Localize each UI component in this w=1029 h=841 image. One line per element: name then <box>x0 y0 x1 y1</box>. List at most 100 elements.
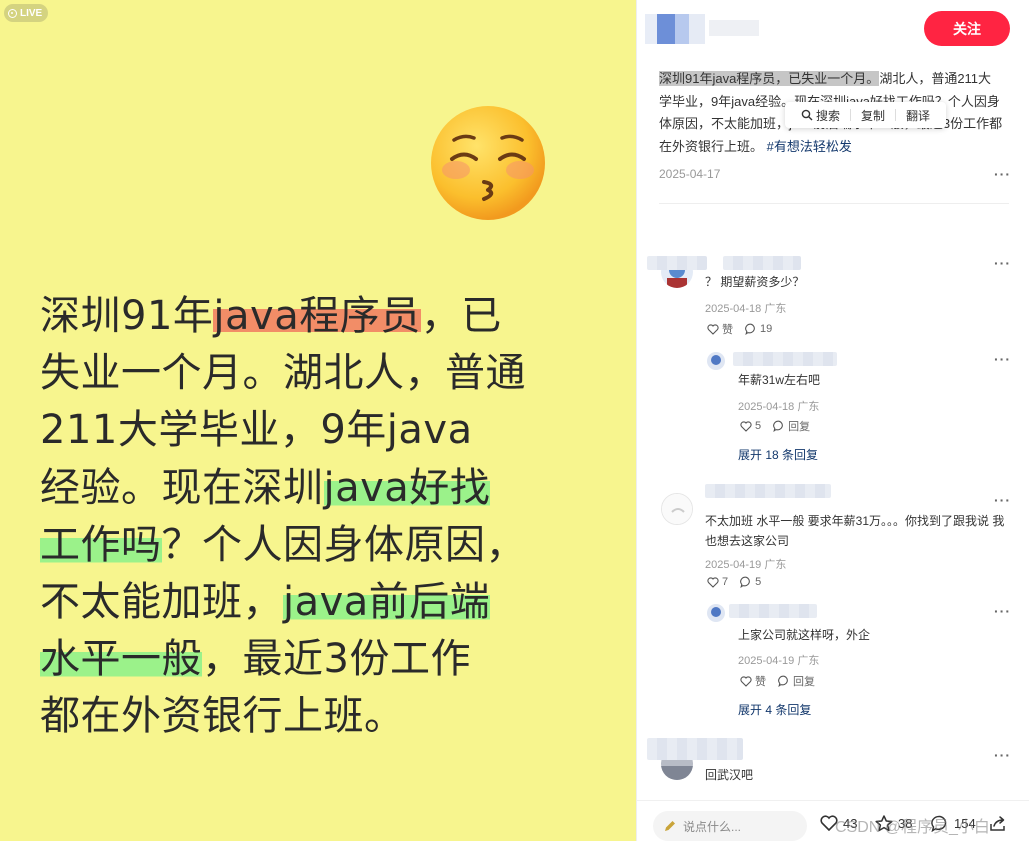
like-count: 赞 <box>722 324 733 336</box>
reply-text: 年薪31w左右吧 <box>738 373 821 387</box>
avatar-icon <box>707 352 725 370</box>
detail-panel: 关注 深圳91年java程序员，已失业一个月。湖北人，普通211大学毕业，9年j… <box>637 0 1029 841</box>
replier-name[interactable] <box>733 352 837 366</box>
expand-replies-link[interactable]: 展开 4 条回复 <box>738 701 811 718</box>
comment-bubble-icon <box>745 323 755 335</box>
reply-label: 回复 <box>793 676 815 688</box>
replier-name[interactable] <box>729 604 817 618</box>
reply-actions: 赞 回复 <box>740 673 815 689</box>
reply-like-button[interactable]: 5 <box>740 420 761 432</box>
reply-more-icon[interactable]: ··· <box>994 351 1011 367</box>
image-text-line: 不太能加班，java前后端 <box>40 574 600 631</box>
image-text-segment: 深圳91年 <box>40 293 214 339</box>
live-icon <box>8 8 17 18</box>
author-name[interactable] <box>709 20 759 36</box>
image-text-line: 水平一般，最近3份工作 <box>40 631 600 688</box>
heart-icon <box>740 675 752 687</box>
text-context-menu: 搜索 复制 翻译 <box>785 102 947 128</box>
hashtag-link[interactable]: #有想法轻松发 <box>767 139 852 154</box>
comment-text: ？ 期望薪资多少？ <box>705 275 805 289</box>
highlighted-text: java程序员 <box>213 293 421 339</box>
image-text-segment: ？个人因身体原因， <box>161 521 526 568</box>
image-text-segment: 经验。现在深圳 <box>40 464 324 511</box>
context-copy[interactable]: 复制 <box>851 107 895 124</box>
reply-like-button[interactable]: 赞 <box>740 673 766 689</box>
comment-like-button[interactable]: 7 <box>707 576 728 588</box>
highlighted-text: 工作吗 <box>40 521 162 568</box>
context-copy-label: 复制 <box>861 108 886 123</box>
author-avatar[interactable] <box>645 14 705 44</box>
commenter-name[interactable] <box>647 738 743 760</box>
context-search-label: 搜索 <box>816 108 841 123</box>
reply-avatar[interactable] <box>707 352 725 370</box>
comment-actions: 赞 19 <box>707 321 772 337</box>
selected-text[interactable]: 深圳91年java程序员，已失业一个月。 <box>659 71 880 86</box>
reply-meta: 2025-04-19 广东 <box>738 655 820 667</box>
share-button[interactable] <box>989 815 1007 832</box>
image-text-segment: 211大学毕业，9年java <box>40 407 473 454</box>
comment-like-button[interactable]: 赞 <box>707 321 733 337</box>
reply-reply-button[interactable]: 回复 <box>773 418 810 434</box>
comment-input[interactable]: 说点什么... <box>653 811 807 841</box>
comment-reply-button[interactable]: 5 <box>740 576 761 588</box>
pen-icon <box>665 821 675 831</box>
context-translate[interactable]: 翻译 <box>896 107 940 124</box>
comment-more-icon[interactable]: ··· <box>994 492 1011 508</box>
share-icon <box>990 816 1005 831</box>
post-date: 2025-04-17 <box>659 167 721 181</box>
image-text-line: 失业一个月。湖北人，普通 <box>40 345 600 402</box>
commenter-name[interactable] <box>647 256 707 270</box>
reply-count: 5 <box>755 576 762 588</box>
image-text-segment: ，最近3份工作 <box>202 636 471 683</box>
image-text-line: 工作吗？个人因身体原因， <box>40 517 600 574</box>
reply-more-icon[interactable]: ··· <box>994 603 1011 619</box>
image-text-line: 都在外资银行上班。 <box>40 688 600 745</box>
kissing-face-icon <box>431 106 545 220</box>
like-count: 7 <box>722 576 729 588</box>
reply-reply-button[interactable]: 回复 <box>778 673 815 689</box>
post-image[interactable]: LIVE 深圳91年java程序员，已失业一个月。湖北人，普通 211大学毕业，9… <box>0 0 636 841</box>
image-text-segment: 都在外资银行上班。 <box>40 693 405 740</box>
section-divider <box>659 203 1009 204</box>
comment-bubble-icon <box>778 675 788 687</box>
image-text-segment: 失业一个月。湖北人，普通 <box>40 350 526 397</box>
image-text-segment: 不太能加班， <box>40 579 283 626</box>
search-icon <box>801 109 813 121</box>
image-text-line: 经验。现在深圳java好找 <box>40 460 600 517</box>
comment-bubble-icon <box>773 420 783 432</box>
context-search[interactable]: 搜索 <box>791 107 850 124</box>
comment-input-placeholder: 说点什么... <box>683 819 742 834</box>
live-badge[interactable]: LIVE <box>4 4 49 22</box>
watermark: CSDN @程序员_小白 <box>835 819 990 836</box>
avatar-icon <box>662 494 692 524</box>
heart-icon <box>707 323 719 335</box>
follow-button[interactable]: 关注 <box>924 11 1010 46</box>
comment-bubble-icon <box>740 576 750 588</box>
comment-more-icon[interactable]: ··· <box>994 255 1011 271</box>
heart-icon <box>740 420 752 432</box>
comment-meta: 2025-04-18 广东 <box>705 303 787 315</box>
commenter-name[interactable] <box>705 484 831 498</box>
reply-label: 回复 <box>788 421 811 433</box>
image-text-line: 211大学毕业，9年java <box>40 402 600 459</box>
live-label: LIVE <box>20 7 43 19</box>
reply-avatar[interactable] <box>707 604 725 622</box>
highlighted-text: java好找 <box>323 464 491 511</box>
post-more-icon[interactable]: ··· <box>994 166 1011 182</box>
expand-replies-link[interactable]: 展开 18 条回复 <box>738 446 818 463</box>
commenter-name-extra <box>723 256 801 270</box>
comment-text: 回武汉吧 <box>705 768 754 782</box>
like-count: 赞 <box>755 676 766 688</box>
highlighted-text: java前后端 <box>283 579 491 626</box>
image-text-line: 深圳91年java程序员，已 <box>40 288 600 345</box>
comment-more-icon[interactable]: ··· <box>994 747 1011 763</box>
highlighted-text: 水平一般 <box>40 636 202 683</box>
reply-count: 19 <box>760 323 773 335</box>
image-text-segment: ，已 <box>420 293 502 339</box>
heart-icon <box>707 576 719 588</box>
reply-actions: 5 回复 <box>740 418 810 434</box>
comment-avatar[interactable] <box>661 493 693 525</box>
comment-reply-button[interactable]: 19 <box>745 323 772 335</box>
reply-text: 上家公司就这样呀，外企 <box>738 628 871 642</box>
comment-meta: 2025-04-19 广东 <box>705 559 787 571</box>
